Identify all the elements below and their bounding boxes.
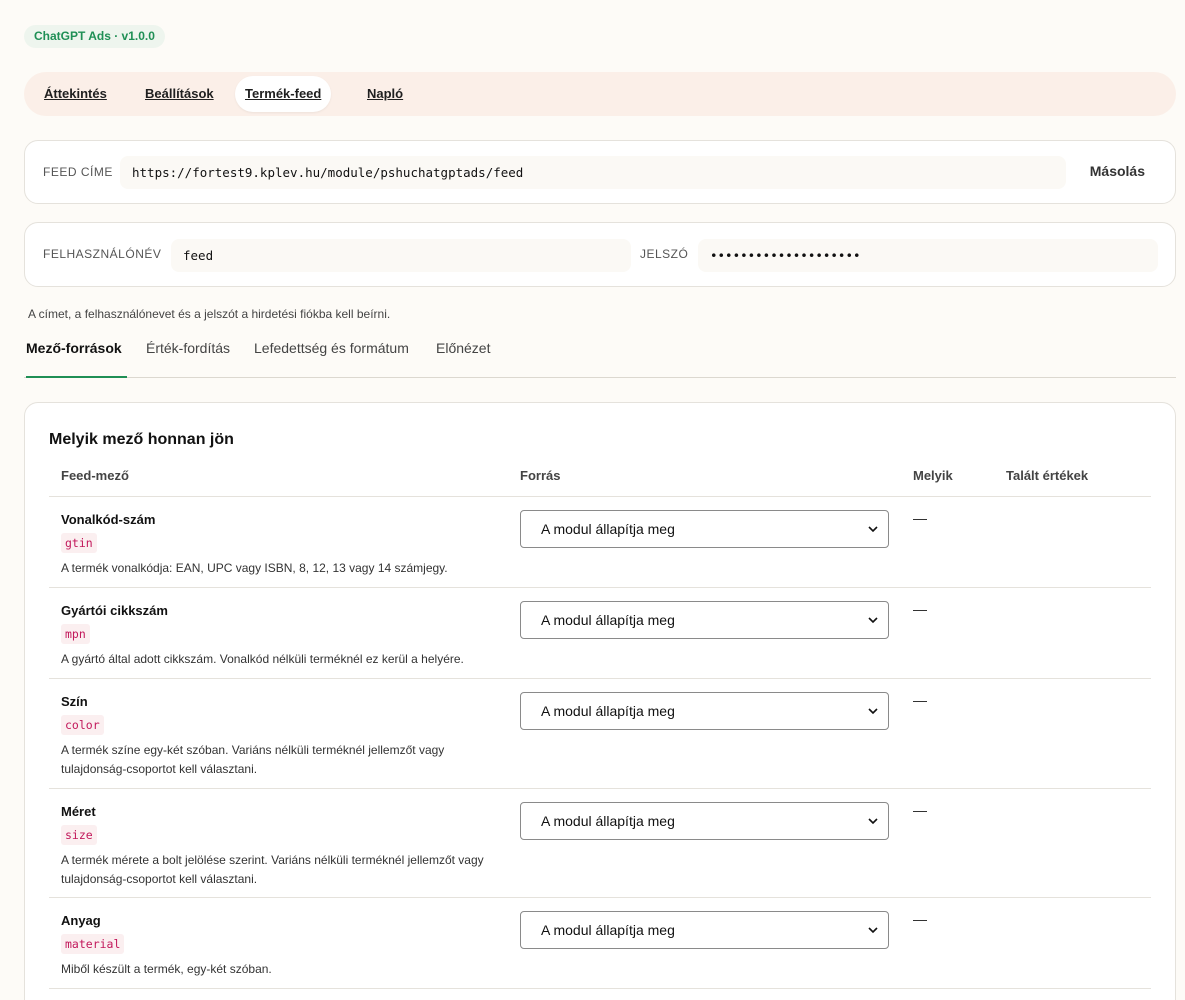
source-select-value: A modul állapítja meg [541, 521, 675, 537]
header-source: Forrás [520, 468, 561, 483]
source-select[interactable]: A modul állapítja meg [520, 802, 889, 840]
username-label: FELHASZNÁLÓNÉV [43, 247, 162, 261]
password-field[interactable]: •••••••••••••••••••• [698, 239, 1158, 272]
feed-url-field[interactable]: https://fortest9.kplev.hu/module/pshucha… [120, 156, 1066, 189]
source-select[interactable]: A modul állapítja meg [520, 911, 889, 949]
row-code: size [61, 825, 97, 845]
header-which: Melyik [913, 468, 953, 483]
table-row: Szín color A termék színe egy-két szóban… [49, 678, 1151, 788]
header-found-values: Talált értékek [1006, 468, 1089, 483]
chevron-down-icon [868, 927, 878, 934]
version-badge: ChatGPT Ads · v1.0.0 [24, 25, 165, 48]
source-select[interactable]: A modul állapítja meg [520, 692, 889, 730]
table-row: Anyag material Miből készült a termék, e… [49, 897, 1151, 989]
source-select[interactable]: A modul állapítja meg [520, 601, 889, 639]
which-value: — [913, 601, 927, 617]
main-nav: Áttekintés Beállítások Termék-feed Napló [24, 72, 1176, 116]
subtab-preview[interactable]: Előnézet [436, 334, 490, 377]
row-code: material [61, 934, 125, 954]
source-select-value: A modul állapítja meg [541, 813, 675, 829]
source-select-value: A modul állapítja meg [541, 612, 675, 628]
chevron-down-icon [868, 818, 878, 825]
credentials-hint: A címet, a felhasználónevet és a jelszót… [28, 307, 391, 321]
field-sources-card: Melyik mező honnan jön Feed-mező Forrás … [24, 402, 1176, 1000]
row-description: A termék vonalkódja: EAN, UPC vagy ISBN,… [61, 561, 448, 575]
which-value: — [913, 911, 927, 927]
which-value: — [913, 692, 927, 708]
chevron-down-icon [868, 617, 878, 624]
which-value: — [913, 510, 927, 526]
table-row: Méret size A termék mérete a bolt jelölé… [49, 788, 1151, 897]
source-select[interactable]: A modul állapítja meg [520, 510, 889, 548]
sub-tabs: Mező-források Érték-fordítás Lefedettség… [24, 334, 1176, 378]
table-row: Vonalkód-szám gtin A termék vonalkódja: … [49, 496, 1151, 587]
row-title: Vonalkód-szám [61, 512, 156, 527]
chevron-down-icon [868, 708, 878, 715]
password-label: JELSZÓ [640, 247, 689, 261]
row-description: A termék színe egy-két szóban. Variáns n… [61, 743, 445, 776]
row-title: Szín [61, 694, 88, 709]
source-select-value: A modul állapítja meg [541, 703, 675, 719]
subtab-field-sources[interactable]: Mező-források [26, 334, 127, 378]
subtab-value-translation[interactable]: Érték-fordítás [146, 334, 230, 377]
nav-tab-product-feed[interactable]: Termék-feed [235, 76, 332, 112]
row-code: color [61, 715, 104, 735]
feed-url-label: FEED CÍME [43, 165, 113, 179]
nav-tab-overview[interactable]: Áttekintés [34, 76, 117, 112]
row-code: gtin [61, 533, 97, 553]
username-field[interactable]: feed [171, 239, 631, 272]
credentials-card: FELHASZNÁLÓNÉV feed JELSZÓ •••••••••••••… [24, 222, 1176, 287]
row-description: A gyártó által adott cikkszám. Vonalkód … [61, 652, 464, 666]
table-row: Gyártói cikkszám mpn A gyártó által adot… [49, 587, 1151, 678]
nav-tab-settings[interactable]: Beállítások [135, 76, 224, 112]
feed-url-card: FEED CÍME https://fortest9.kplev.hu/modu… [24, 140, 1176, 204]
row-code: mpn [61, 624, 90, 644]
which-value: — [913, 802, 927, 818]
section-title: Melyik mező honnan jön [49, 431, 234, 448]
row-description: Miből készült a termék, egy-két szóban. [61, 962, 272, 976]
row-title: Méret [61, 804, 96, 819]
chevron-down-icon [868, 526, 878, 533]
row-description: A termék mérete a bolt jelölése szerint.… [61, 853, 484, 886]
row-title: Anyag [61, 913, 101, 928]
subtab-coverage-format[interactable]: Lefedettség és formátum [254, 334, 409, 377]
source-select-value: A modul állapítja meg [541, 922, 675, 938]
row-title: Gyártói cikkszám [61, 603, 168, 618]
header-feed-field: Feed-mező [61, 468, 129, 483]
copy-button[interactable]: Másolás [1090, 163, 1145, 179]
nav-tab-log[interactable]: Napló [357, 76, 413, 112]
